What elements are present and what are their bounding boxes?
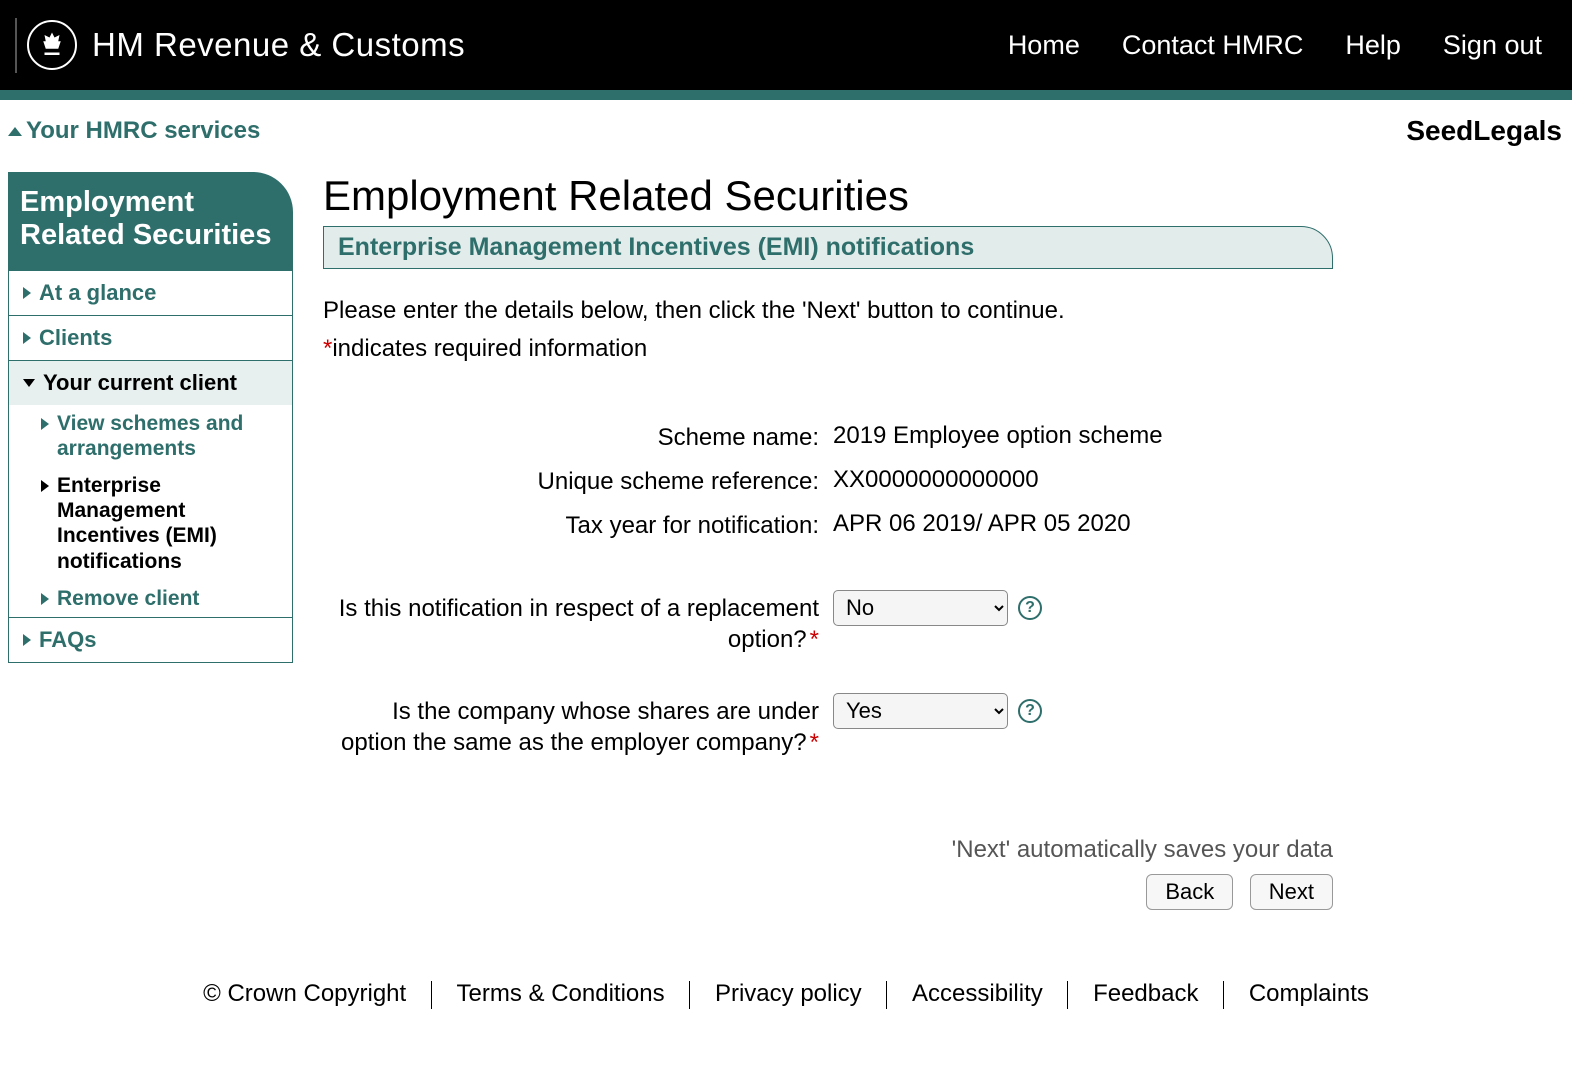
row-replacement-option: Is this notification in respect of a rep… — [323, 590, 1313, 655]
scheme-name-value: 2019 Employee option scheme — [833, 419, 1163, 450]
triangle-right-icon — [23, 634, 31, 646]
client-name-label: SeedLegals — [1406, 115, 1562, 147]
nav-home[interactable]: Home — [1008, 30, 1080, 61]
brand-title: HM Revenue & Customs — [92, 26, 1008, 64]
subheader: Your HMRC services SeedLegals — [0, 100, 1572, 172]
triangle-down-icon — [23, 379, 35, 387]
required-note: *indicates required information — [323, 335, 1333, 363]
footer-separator — [689, 981, 690, 1009]
section-header: Enterprise Management Incentives (EMI) n… — [323, 226, 1333, 269]
scheme-ref-value: XX0000000000000 — [833, 463, 1039, 494]
footer-accessibility[interactable]: Accessibility — [912, 980, 1043, 1007]
sidebar-list: At a glance Clients Your current client … — [8, 271, 293, 663]
help-icon[interactable]: ? — [1018, 596, 1042, 620]
sidebar-subitem-remove-client[interactable]: Remove client — [9, 580, 292, 617]
sidebar-subitem-view-schemes[interactable]: View schemes and arrangements — [9, 405, 292, 467]
header-divider — [15, 18, 17, 73]
top-nav: Home Contact HMRC Help Sign out — [1008, 30, 1542, 61]
row-tax-year: Tax year for notification: APR 06 2019/ … — [323, 507, 1313, 541]
footer-privacy[interactable]: Privacy policy — [715, 980, 862, 1007]
your-hmrc-services-link[interactable]: Your HMRC services — [8, 117, 260, 145]
triangle-right-icon — [41, 593, 49, 605]
sidebar-item-faqs[interactable]: FAQs — [9, 617, 292, 662]
autosave-note: 'Next' automatically saves your data — [323, 836, 1333, 864]
help-icon[interactable]: ? — [1018, 699, 1042, 723]
triangle-up-icon — [8, 127, 22, 136]
form-area: Scheme name: 2019 Employee option scheme… — [323, 419, 1313, 758]
footer-separator — [431, 981, 432, 1009]
header-bar: HM Revenue & Customs Home Contact HMRC H… — [0, 0, 1572, 90]
main-content: Employment Related Securities Enterprise… — [323, 172, 1333, 910]
tax-year-label: Tax year for notification: — [323, 507, 833, 541]
sidebar-item-at-a-glance[interactable]: At a glance — [9, 271, 292, 315]
footer-separator — [1067, 981, 1068, 1009]
asterisk-icon: * — [323, 335, 332, 362]
sidebar-item-current-client[interactable]: Your current client — [9, 360, 292, 405]
asterisk-icon: * — [810, 626, 819, 653]
triangle-right-icon — [41, 418, 49, 430]
scheme-ref-label: Unique scheme reference: — [323, 463, 833, 497]
triangle-right-icon — [23, 332, 31, 344]
next-button[interactable]: Next — [1250, 874, 1333, 910]
back-button[interactable]: Back — [1146, 874, 1233, 910]
footer-copyright: © Crown Copyright — [203, 980, 406, 1007]
footer-separator — [1223, 981, 1224, 1009]
services-label: Your HMRC services — [26, 117, 260, 145]
row-scheme-name: Scheme name: 2019 Employee option scheme — [323, 419, 1313, 453]
footer-feedback[interactable]: Feedback — [1093, 980, 1198, 1007]
nav-contact[interactable]: Contact HMRC — [1122, 30, 1304, 61]
teal-strip — [0, 90, 1572, 100]
button-row: 'Next' automatically saves your data Bac… — [323, 836, 1333, 910]
sidebar-subitem-emi-notifications[interactable]: Enterprise Management Incentives (EMI) n… — [9, 467, 292, 580]
row-same-company: Is the company whose shares are under op… — [323, 693, 1313, 758]
intro-text: Please enter the details below, then cli… — [323, 297, 1333, 325]
crown-logo-icon — [27, 20, 77, 70]
same-company-label: Is the company whose shares are under op… — [323, 693, 833, 758]
tax-year-value: APR 06 2019/ APR 05 2020 — [833, 507, 1131, 538]
footer-separator — [886, 981, 887, 1009]
sidebar-title: Employment Related Securities — [8, 172, 293, 271]
footer: © Crown Copyright Terms & Conditions Pri… — [0, 960, 1572, 1069]
sidebar: Employment Related Securities At a glanc… — [8, 172, 293, 663]
triangle-right-icon — [23, 287, 31, 299]
sidebar-sublist: View schemes and arrangements Enterprise… — [9, 405, 292, 617]
replacement-option-select[interactable]: No Yes — [833, 590, 1008, 626]
footer-complaints[interactable]: Complaints — [1249, 980, 1369, 1007]
footer-terms[interactable]: Terms & Conditions — [457, 980, 665, 1007]
same-company-select[interactable]: Yes No — [833, 693, 1008, 729]
replacement-option-label: Is this notification in respect of a rep… — [323, 590, 833, 655]
row-scheme-ref: Unique scheme reference: XX0000000000000 — [323, 463, 1313, 497]
scheme-name-label: Scheme name: — [323, 419, 833, 453]
page-title: Employment Related Securities — [323, 172, 1333, 220]
nav-signout[interactable]: Sign out — [1443, 30, 1542, 61]
asterisk-icon: * — [810, 729, 819, 756]
sidebar-item-clients[interactable]: Clients — [9, 315, 292, 360]
triangle-right-icon — [41, 480, 49, 492]
nav-help[interactable]: Help — [1345, 30, 1401, 61]
